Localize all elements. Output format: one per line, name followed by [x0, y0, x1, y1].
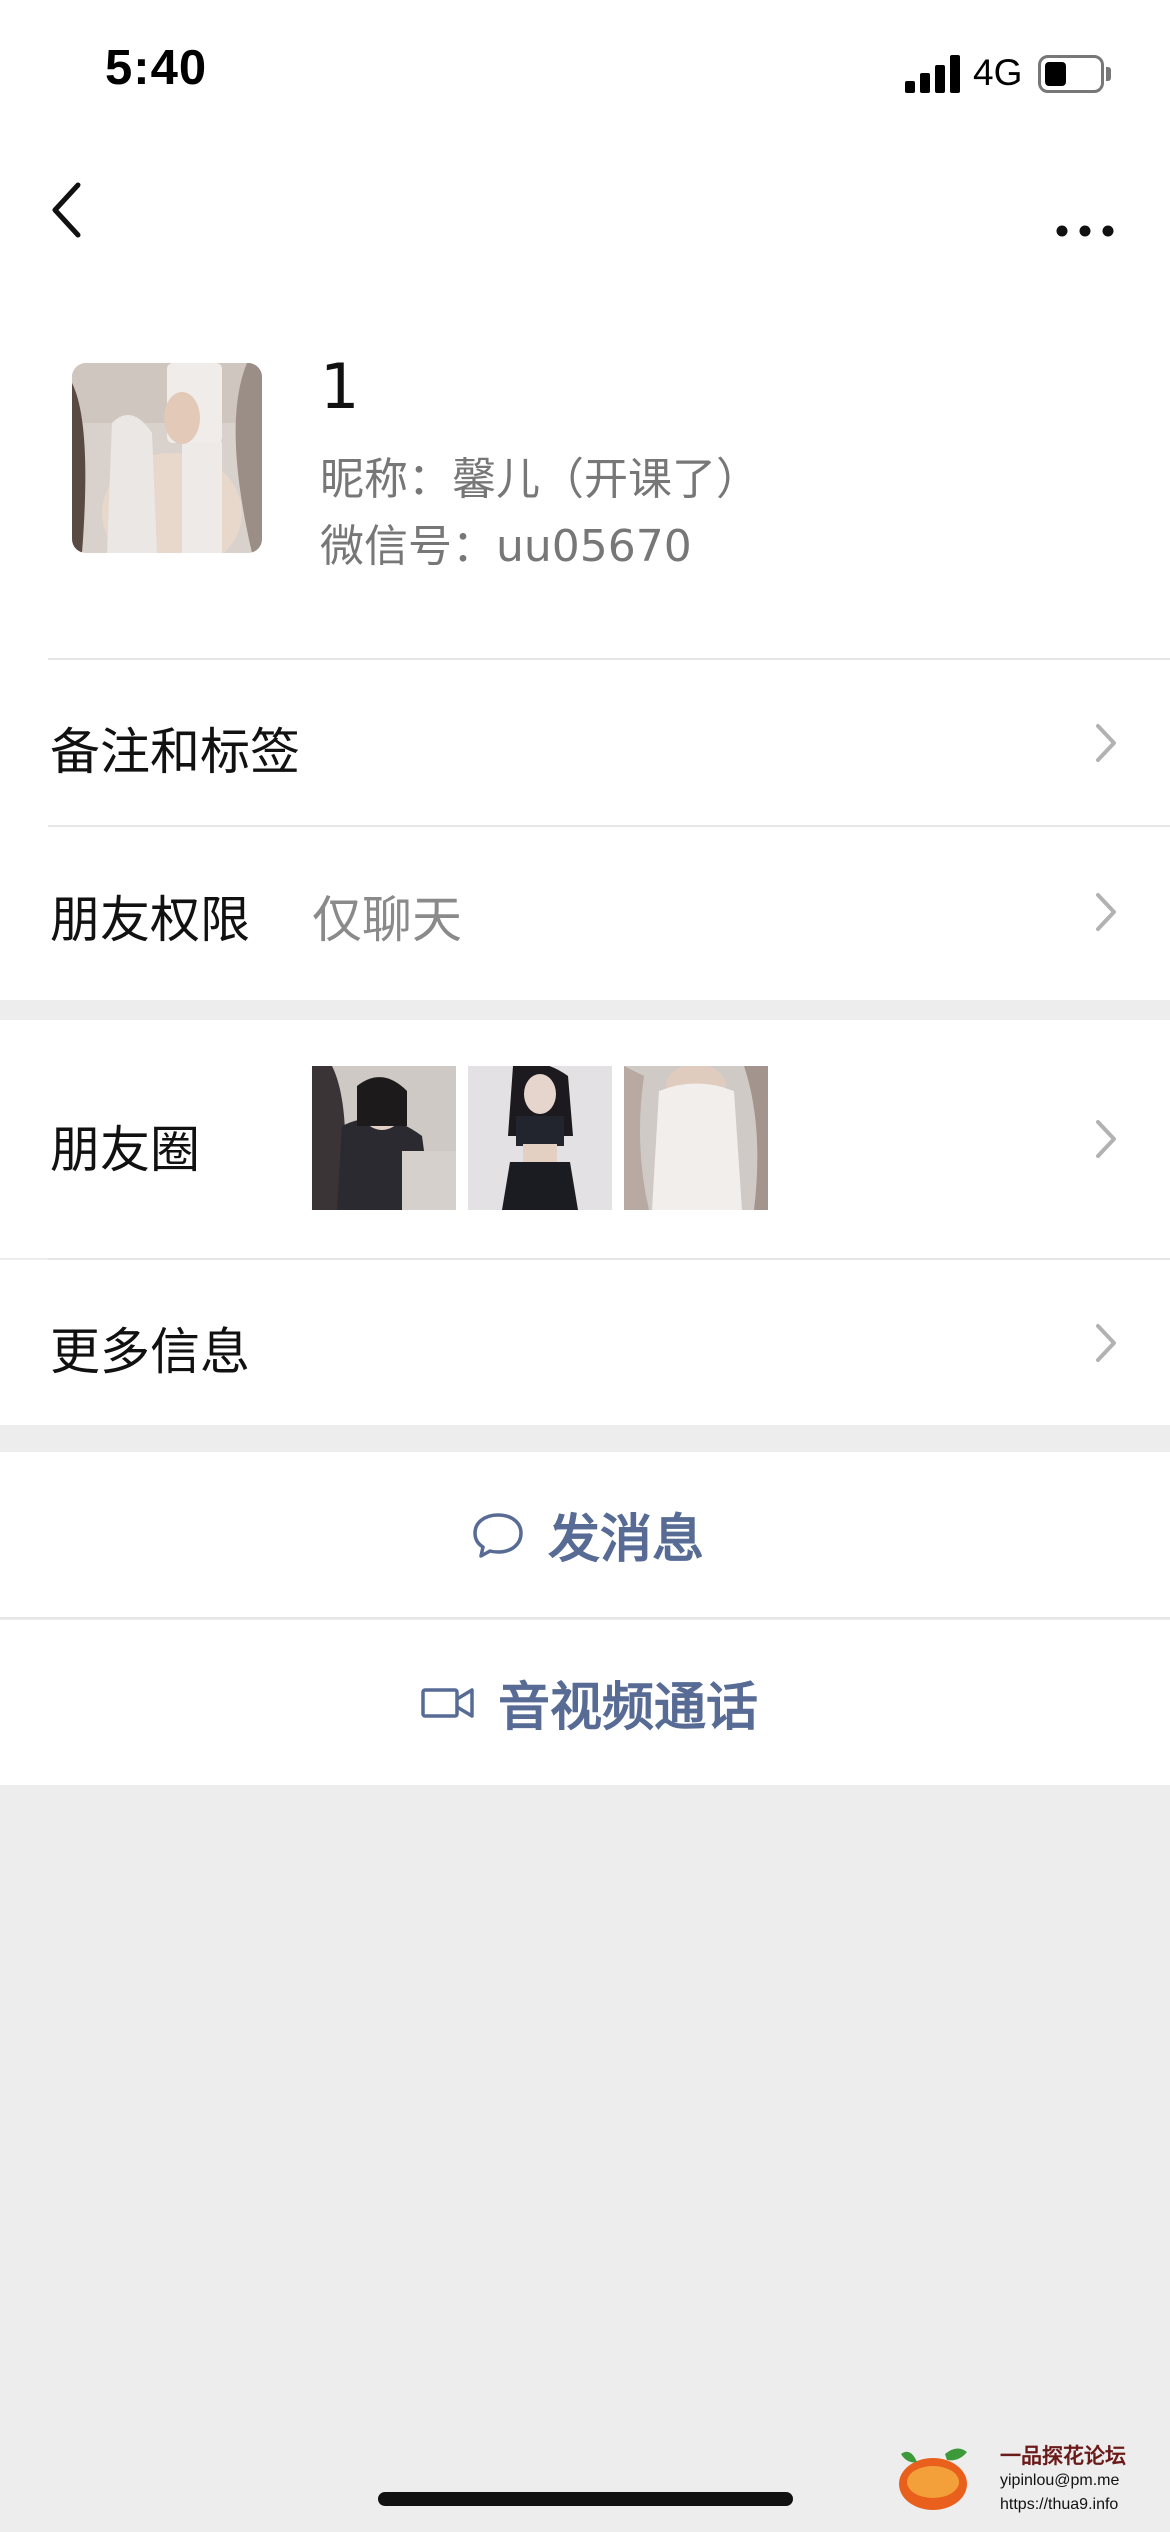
signal-strength-icon — [905, 55, 961, 93]
chevron-left-icon — [52, 182, 81, 238]
row-more-info-label: 更多信息 — [50, 1323, 250, 1381]
video-call-label: 音视频通话 — [498, 1678, 759, 1738]
moments-thumbnail — [468, 1066, 612, 1210]
row-remark-tags[interactable]: 备注和标签 — [0, 660, 1170, 825]
nickname: 昵称：馨儿（开课了） — [320, 454, 760, 505]
chevron-right-icon — [1096, 893, 1116, 931]
more-options-button[interactable] — [1050, 175, 1120, 245]
row-moments-label: 朋友圈 — [50, 1121, 200, 1179]
row-friend-permission-label: 朋友权限 — [50, 891, 250, 949]
divider — [0, 1617, 1170, 1619]
profile-header: 1 昵称：馨儿（开课了） 微信号：uu05670 — [0, 330, 1170, 630]
watermark-logo — [899, 2448, 967, 2510]
row-remark-tags-label: 备注和标签 — [50, 723, 300, 781]
watermark-title: 一品探花论坛 — [1000, 2444, 1126, 2468]
status-time: 5:40 — [105, 41, 208, 95]
more-dots-icon — [1056, 225, 1114, 237]
remark-name: 1 — [320, 350, 360, 423]
row-more-info[interactable]: 更多信息 — [0, 1260, 1170, 1425]
send-message-label: 发消息 — [548, 1510, 705, 1570]
status-bar: 5:40 4G — [0, 0, 1170, 150]
video-call-button[interactable]: 音视频通话 — [0, 1620, 1170, 1785]
back-button[interactable] — [40, 175, 110, 245]
row-moments[interactable]: 朋友圈 — [0, 1020, 1170, 1258]
nav-bar — [0, 150, 1170, 270]
network-type: 4G — [973, 52, 1023, 93]
row-friend-permission-value: 仅聊天 — [312, 891, 462, 949]
avatar[interactable] — [72, 363, 262, 553]
avatar-photo — [72, 363, 262, 553]
home-indicator[interactable] — [378, 2492, 793, 2506]
send-message-button[interactable]: 发消息 — [0, 1452, 1170, 1617]
battery-icon — [1038, 55, 1111, 93]
chat-bubble-icon — [473, 1512, 523, 1558]
moments-thumbnail — [312, 1066, 456, 1210]
watermark-email: yipinlou@pm.me — [1000, 2472, 1120, 2489]
chevron-right-icon — [1096, 1324, 1116, 1362]
row-friend-permission[interactable]: 朋友权限 仅聊天 — [0, 827, 1170, 995]
watermark-url: https://thua9.info — [1000, 2496, 1119, 2513]
watermark: 一品探花论坛 yipinlou@pm.me https://thua9.info — [895, 2438, 1160, 2528]
moments-thumbnail — [624, 1066, 768, 1210]
video-camera-icon — [421, 1687, 474, 1718]
wechat-id: 微信号：uu05670 — [320, 521, 692, 572]
chevron-right-icon — [1096, 724, 1116, 762]
chevron-right-icon — [1096, 1120, 1116, 1158]
